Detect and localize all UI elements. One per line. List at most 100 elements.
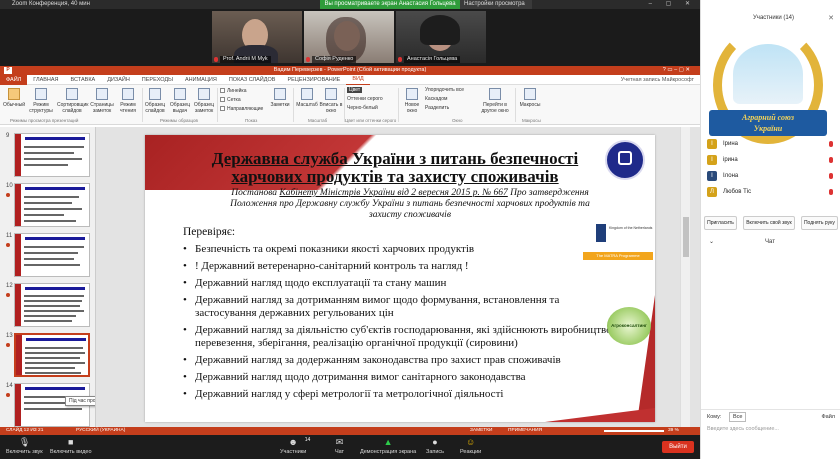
close-icon[interactable]: ✕ xyxy=(828,14,834,22)
slide-master-button[interactable]: Образец слайдов xyxy=(143,88,167,114)
grid-checkbox[interactable]: Сетка xyxy=(220,97,241,104)
notes-master-button[interactable]: Образец заметок xyxy=(192,88,216,114)
notes-toggle[interactable]: ЗАМЕТКИ xyxy=(470,427,492,435)
start-video-button[interactable]: ■ Включить видео xyxy=(50,437,92,455)
recipient-select[interactable]: Все xyxy=(729,412,747,422)
bullet-item: Безпечність та окремі показники якості х… xyxy=(183,243,623,256)
logo-banner: Аграрний союз України xyxy=(709,110,827,136)
vertical-scrollbar[interactable] xyxy=(680,127,690,427)
tab-review[interactable]: РЕЦЕНЗИРОВАНИЕ xyxy=(281,75,346,85)
split-option[interactable]: Разделить xyxy=(425,105,449,112)
participant-row[interactable]: І Ірина xyxy=(701,136,840,152)
divider xyxy=(515,88,516,122)
participants-button[interactable]: ☻ 14 Участники xyxy=(280,437,310,455)
chat-icon: ✉ xyxy=(335,437,344,447)
record-button[interactable]: ● Запись xyxy=(426,437,444,455)
share-screen-button[interactable]: ▲ Демонстрация экрана xyxy=(360,437,416,455)
slide-thumbnail-selected[interactable]: 13 xyxy=(0,331,95,381)
button-label: Режим структуры xyxy=(29,102,53,114)
notes-page-button[interactable]: Страницы заметок xyxy=(90,88,114,114)
slide-title[interactable]: Державна служба України з питань безпечн… xyxy=(185,150,605,186)
language-indicator[interactable]: РУССКИЙ (УКРАИНА) xyxy=(76,427,125,435)
video-tile[interactable]: Анастасія Гольцева xyxy=(396,11,486,63)
comments-toggle[interactable]: ПРИМЕЧАНИЯ xyxy=(508,427,542,435)
mic-off-icon: 🎙 xyxy=(18,437,31,447)
invite-button[interactable]: Пригласить xyxy=(704,216,737,230)
normal-view-button[interactable]: Обычный xyxy=(2,88,26,108)
arrange-all-option[interactable]: Упорядочить все xyxy=(425,87,464,94)
reactions-button[interactable]: ☺ Реакции xyxy=(460,437,481,455)
view-settings-button[interactable]: Настройки просмотра xyxy=(460,0,532,9)
fit-window-button[interactable]: Вписать в окно xyxy=(319,88,343,114)
leave-button[interactable]: Выйти xyxy=(662,441,694,453)
handout-master-button[interactable]: Образец выдач xyxy=(168,88,192,114)
tab-slideshow[interactable]: ПОКАЗ СЛАЙДОВ xyxy=(223,75,282,85)
reading-view-button[interactable]: Режим чтения xyxy=(116,88,140,114)
netherlands-logo: Kingdom of the Netherlands xyxy=(594,222,655,244)
tab-home[interactable]: ГЛАВНАЯ xyxy=(27,75,64,85)
cascade-option[interactable]: Каскадом xyxy=(425,96,447,103)
outline-icon xyxy=(35,88,47,100)
slide-thumbnail[interactable]: 12 xyxy=(0,281,95,331)
tab-insert[interactable]: ВСТАВКА xyxy=(65,75,102,85)
button-label: Обычный xyxy=(2,102,26,108)
slide-bullets[interactable]: Безпечність та окремі показники якості х… xyxy=(183,243,623,405)
slide-thumbnail[interactable]: 11 xyxy=(0,231,95,281)
guides-checkbox[interactable]: Направляющие xyxy=(220,106,263,113)
slide-master-icon xyxy=(149,88,161,100)
unmute-self-button[interactable]: Включить свой звук xyxy=(743,216,795,230)
participant-row[interactable]: І ірина xyxy=(701,152,840,168)
slide-sorter-button[interactable]: Сортировщик слайдов xyxy=(57,88,88,114)
black-white-option[interactable]: Черно-белый xyxy=(347,105,378,112)
participant-row[interactable]: І Ілона xyxy=(701,168,840,184)
chat-input[interactable]: Введите здесь сообщение... xyxy=(707,426,779,432)
divider xyxy=(398,88,399,122)
account-link[interactable]: Учетная запись Майкрософт xyxy=(615,75,700,85)
tab-animation[interactable]: АНИМАЦИЯ xyxy=(179,75,223,85)
button-label: Запись xyxy=(426,449,445,455)
grayscale-option[interactable]: Оттенки серого xyxy=(347,96,383,103)
color-option[interactable]: Цвет xyxy=(347,87,363,94)
tab-file[interactable]: ФАЙЛ xyxy=(0,74,28,85)
notes-button[interactable]: Заметки xyxy=(268,88,292,108)
slide-thumbnails-panel: 9 10 11 12 13 14 Під час про xyxy=(0,127,96,427)
unmute-button[interactable]: 🎙 Включить звук xyxy=(6,437,43,455)
outline-view-button[interactable]: Режим структуры xyxy=(29,88,53,114)
slide-thumbnail[interactable]: 10 xyxy=(0,181,95,231)
participant-row[interactable]: Л Любов Тіс xyxy=(701,184,840,200)
tab-transitions[interactable]: ПЕРЕХОДЫ xyxy=(136,75,179,85)
switch-window-button[interactable]: Перейти в другое окно xyxy=(478,88,512,114)
ribbon-tabs: ФАЙЛ ГЛАВНАЯ ВСТАВКА ДИЗАЙН ПЕРЕХОДЫ АНИ… xyxy=(0,74,700,85)
bullet-item: Державний нагляд щодо експлуатації та ст… xyxy=(183,277,623,290)
subtitle-link[interactable]: Кабінету Міністрів України від 2 вересня… xyxy=(279,188,507,198)
slide-subtitle[interactable]: Постанова Кабінету Міністрів України від… xyxy=(215,188,605,221)
window-controls-icon[interactable]: ? ▭ – ▢ ✕ xyxy=(663,66,690,75)
macros-button[interactable]: Макросы xyxy=(518,88,542,108)
chevron-down-icon[interactable]: ⌄ xyxy=(709,236,714,248)
checkbox-label: Линейка xyxy=(227,88,247,94)
current-slide[interactable]: Державна служба України з питань безпечн… xyxy=(145,135,655,422)
thumb-number: 11 xyxy=(6,233,13,239)
smiley-icon: ☺ xyxy=(466,437,476,447)
video-tile[interactable]: Prof. Andrii M Myk xyxy=(212,11,302,63)
subtitle-prefix: Постанова xyxy=(231,188,280,198)
raise-hand-button[interactable]: Поднять руку xyxy=(800,216,838,230)
file-button[interactable]: Файл xyxy=(821,414,835,420)
zoom-level[interactable]: 39 % xyxy=(668,427,679,435)
window-controls-icon[interactable]: – ▢ ✕ xyxy=(649,0,696,9)
tab-view[interactable]: ВИД xyxy=(346,74,370,85)
tab-design[interactable]: ДИЗАЙН xyxy=(101,75,136,85)
zoom-button[interactable]: Масштаб xyxy=(295,88,319,108)
zoom-window-title: Zoom Конференция, 40 мин xyxy=(12,1,90,7)
slide-heading[interactable]: Перевіряє: xyxy=(183,226,235,238)
zoom-slider[interactable] xyxy=(604,430,664,432)
video-tile[interactable]: Софія Руденко xyxy=(304,11,394,63)
slide-thumbnail[interactable]: 9 xyxy=(0,131,95,181)
button-label: Перейти в другое окно xyxy=(481,102,509,114)
group-label: Масштаб xyxy=(308,118,328,123)
new-window-button[interactable]: Новое окно xyxy=(400,88,424,114)
star-icon xyxy=(6,343,10,347)
ruler-checkbox[interactable]: Линейка xyxy=(220,88,247,95)
chat-button[interactable]: ✉ Чат xyxy=(334,437,345,455)
button-label: Образец выдач xyxy=(169,102,191,114)
